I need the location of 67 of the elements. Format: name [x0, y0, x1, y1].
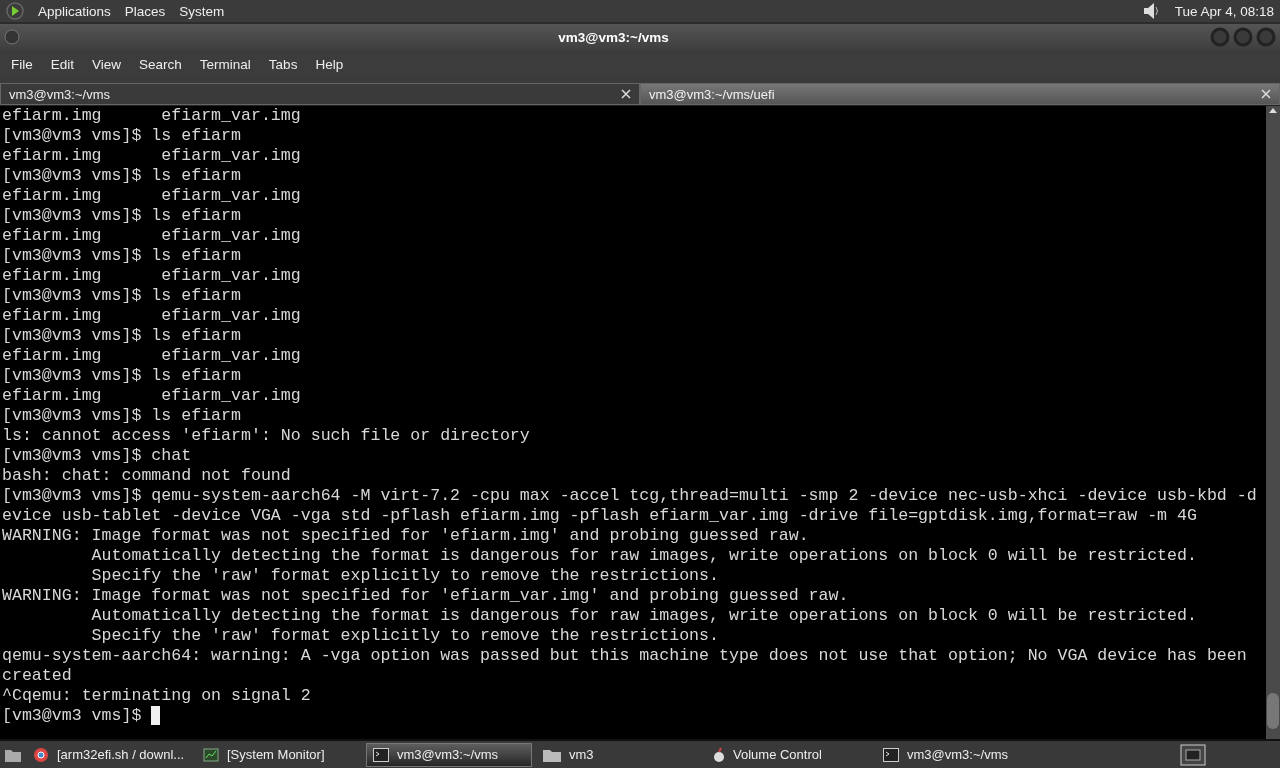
- window-control-icon[interactable]: [1256, 27, 1276, 47]
- window-control-icon[interactable]: [1233, 27, 1253, 47]
- taskbar-item[interactable]: [System Monitor]: [196, 742, 362, 767]
- taskbar-item[interactable]: [arm32efi.sh / downl...: [26, 742, 192, 767]
- menu-item[interactable]: View: [83, 56, 131, 72]
- menu-item[interactable]: Edit: [41, 56, 84, 72]
- close-icon[interactable]: [1261, 89, 1271, 99]
- panel-menu[interactable]: Places: [124, 3, 166, 19]
- terminal-line: qemu-system-aarch64: warning: A -vga option was passed but this machine type does not use that option; No VGA device has been: [2, 646, 1247, 665]
- terminal-line: Specify the 'raw' format explicitly to remove the restrictions.: [90, 626, 719, 645]
- terminal-line: WARNING: Image format was not specified for 'efiarm_var.img' and probing guessed raw.: [2, 586, 849, 605]
- tab[interactable]: vm3@vm3:~/vms/uefi: [640, 83, 1280, 105]
- terminal-icon: [373, 747, 389, 762]
- folder-icon: [543, 747, 561, 762]
- chart-icon: [203, 746, 219, 763]
- terminal-line: [vm3@vm3 vms]$ ls efiarm: [2, 366, 241, 385]
- panel-menu[interactable]: System: [179, 3, 225, 19]
- window-title: vm3@vm3:~/vms: [557, 29, 670, 45]
- terminal-line: [vm3@vm3 vms]$ ls efiarm: [2, 406, 241, 425]
- terminal-line: efiarm.img efiarm_var.img: [2, 266, 301, 285]
- terminal-line: efiarm.img efiarm_var.img: [2, 346, 301, 365]
- terminal-line: efiarm.img efiarm_var.img: [2, 306, 301, 325]
- menu-item[interactable]: Search: [130, 56, 191, 72]
- terminal-line: efiarm.img efiarm_var.img: [2, 186, 301, 205]
- up-arrow-icon: [1268, 106, 1278, 114]
- close-icon[interactable]: [621, 89, 631, 99]
- menu-item[interactable]: Terminal: [190, 56, 260, 72]
- terminal-line: Specify the 'raw' format explicitly to remove the restrictions.: [90, 566, 719, 585]
- scrollbar[interactable]: [1266, 106, 1280, 739]
- terminal-line: [vm3@vm3 vms]$ ls efiarm: [2, 166, 241, 185]
- menu-item[interactable]: Tabs: [259, 56, 307, 72]
- taskbar-item[interactable]: vm3@vm3:~/vms: [876, 742, 1042, 767]
- terminal-line: [vm3@vm3 vms]$ ls efiarm: [2, 206, 241, 225]
- terminal-line: [vm3@vm3 vms]$ ls efiarm: [2, 326, 241, 345]
- taskbar-item[interactable]: vm3@vm3:~/vms: [366, 742, 532, 767]
- terminal-line: efiarm.img efiarm_var.img: [2, 386, 301, 405]
- window-menu-icon: [4, 29, 20, 45]
- terminal-line: Automatically detecting the format is dangerous for raw images, write operations on block 0 will be restricted.: [90, 546, 1197, 565]
- terminal-line: efiarm.img efiarm_var.img: [2, 106, 301, 125]
- terminal-line: created: [2, 666, 72, 685]
- terminal-line: bash: chat: command not found: [2, 466, 291, 485]
- taskbar-item[interactable]: Volume Control: [706, 742, 872, 767]
- window-control-icon[interactable]: [1210, 27, 1230, 47]
- terminal-line: WARNING: Image format was not specified for 'efiarm.img' and probing guessed raw.: [2, 526, 809, 545]
- terminal-line: efiarm.img efiarm_var.img: [2, 226, 301, 245]
- taskbar-item[interactable]: vm3: [536, 742, 702, 767]
- terminal-line: ls: cannot access 'efiarm': No such file or directory: [2, 426, 530, 445]
- terminal-line: Automatically detecting the format is dangerous for raw images, write operations on block 0 will be restricted.: [90, 606, 1197, 625]
- terminal-line: ^Cqemu: terminating on signal 2: [2, 686, 311, 705]
- terminal-line: [vm3@vm3 vms]$ ls efiarm: [2, 286, 241, 305]
- logo-icon: [6, 2, 24, 20]
- terminal-line: efiarm.img efiarm_var.img: [2, 146, 301, 165]
- terminal-line: [vm3@vm3 vms]$ chat: [2, 446, 192, 465]
- terminal-line: [vm3@vm3 vms]$ ls efiarm: [2, 246, 241, 265]
- globe-icon: [33, 746, 49, 763]
- terminal-line: [vm3@vm3 vms]$ qemu-system-aarch64 -M virt-7.2 -cpu max -accel tcg,thread=multi -smp 2 -device nec-usb-xhci -device usb-kbd -d: [2, 486, 1257, 505]
- terminal-icon[interactable]: [1180, 743, 1206, 766]
- menu-item[interactable]: Help: [306, 56, 353, 72]
- terminal-line: evice usb-tablet -device VGA -vga std -pflash efiarm.img -pflash efiarm_var.img -drive file=gptdisk.img,format=raw -m 4G: [2, 506, 1197, 525]
- panel-menu[interactable]: Applications: [38, 3, 111, 19]
- terminal-icon: [883, 747, 899, 762]
- menu-item[interactable]: File: [2, 56, 42, 72]
- terminal-line: [vm3@vm3 vms]$: [2, 706, 143, 725]
- clock[interactable]: Tue Apr 4, 08:18: [1174, 3, 1274, 19]
- terminal-line: [vm3@vm3 vms]$ ls efiarm: [2, 126, 241, 145]
- scroll-thumb[interactable]: [1267, 693, 1279, 729]
- tab[interactable]: vm3@vm3:~/vms: [0, 83, 640, 105]
